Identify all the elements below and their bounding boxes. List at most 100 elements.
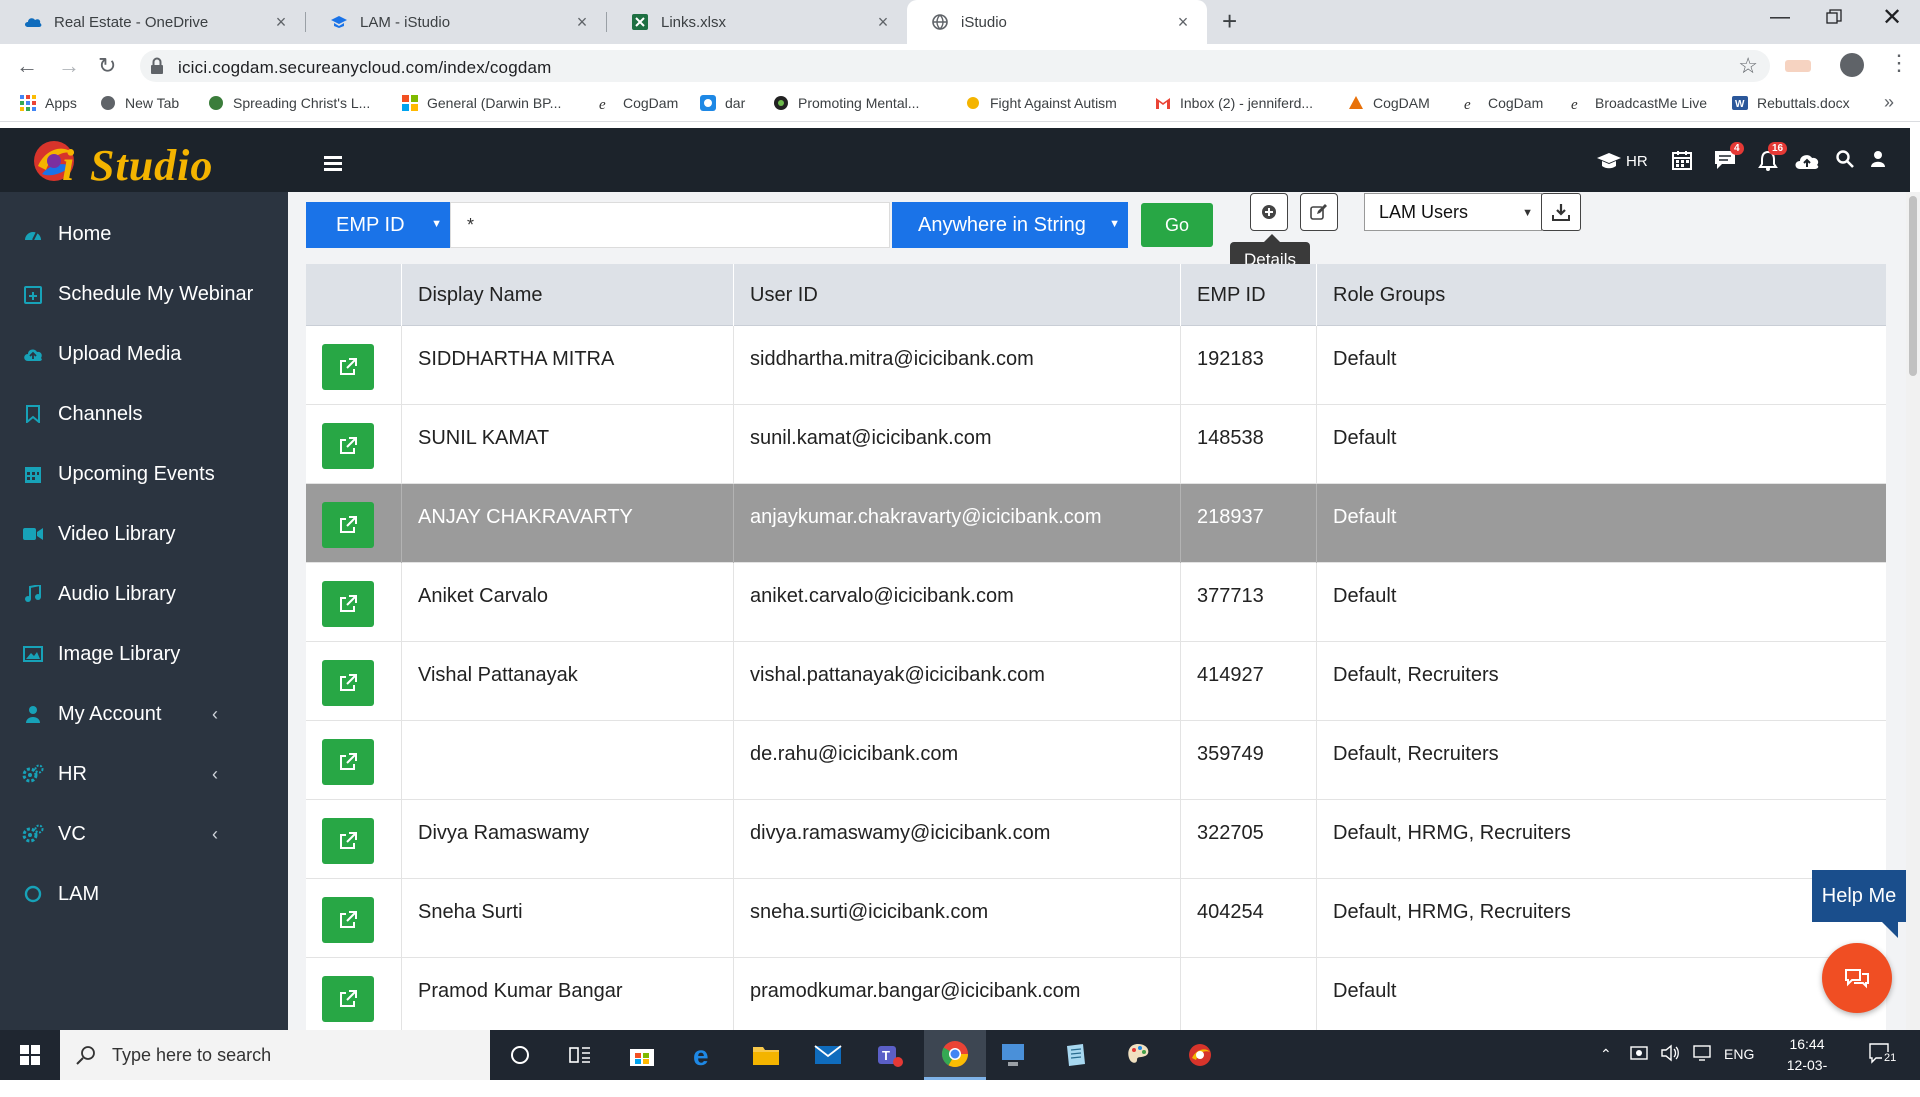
forward-arrow-icon[interactable]: → [58, 53, 80, 79]
extension-icon[interactable] [1785, 60, 1811, 72]
mail-icon[interactable] [812, 1039, 844, 1071]
chrome-icon[interactable] [924, 1030, 986, 1080]
sidebar-item-vc[interactable]: VC ‹ [0, 804, 288, 864]
open-user-button[interactable] [322, 976, 374, 1022]
bookmark-spreading[interactable]: Spreading Christ's L... [208, 95, 370, 111]
bookmarks-overflow-icon[interactable]: » [1884, 92, 1894, 113]
close-icon[interactable]: × [873, 12, 893, 33]
language-indicator[interactable]: ENG [1724, 1046, 1754, 1062]
calendar-icon[interactable] [1672, 150, 1692, 175]
sidebar-item-image-library[interactable]: Image Library [0, 624, 288, 684]
table-row[interactable]: Divya Ramaswamy divya.ramaswamy@icicibank… [306, 800, 1886, 879]
table-row[interactable]: Sneha Surti sneha.surti@icicibank.com 4042… [306, 879, 1886, 958]
notepad-icon[interactable] [1060, 1039, 1092, 1071]
column-header-user-id[interactable]: User ID [734, 264, 1181, 326]
bookmark-apps[interactable]: Apps [20, 95, 77, 111]
close-icon[interactable]: × [271, 12, 291, 33]
column-header-role-groups[interactable]: Role Groups [1317, 264, 1886, 326]
search-input[interactable] [450, 202, 890, 248]
table-row[interactable]: SUNIL KAMAT sunil.kamat@icicibank.com 1485… [306, 405, 1886, 484]
details-button[interactable] [1250, 193, 1288, 231]
file-explorer-icon[interactable] [750, 1039, 782, 1071]
table-row[interactable]: ANJAY CHAKRAVARTY anjaykumar.chakravarty@… [306, 484, 1886, 563]
sidebar-item-channels[interactable]: Channels [0, 384, 288, 444]
taskbar-search-box[interactable]: Type here to search [60, 1030, 490, 1080]
tab-istudio[interactable]: iStudio × [907, 0, 1207, 44]
bookmark-promoting[interactable]: Promoting Mental... [773, 95, 919, 111]
paint-icon[interactable] [1122, 1039, 1154, 1071]
minimize-icon[interactable]: — [1770, 6, 1790, 29]
sidebar-item-lam[interactable]: LAM [0, 864, 288, 924]
istudio-app-icon[interactable] [1184, 1039, 1216, 1071]
cortana-icon[interactable] [504, 1039, 536, 1071]
sidebar-item-schedule-webinar[interactable]: Schedule My Webinar [0, 264, 288, 324]
address-bar[interactable]: icici.cogdam.secureanycloud.com/index/co… [140, 50, 1770, 82]
open-user-button[interactable] [322, 818, 374, 864]
tab-lam-istudio[interactable]: LAM - iStudio × [306, 0, 606, 44]
bookmark-general[interactable]: General (Darwin BP... [402, 95, 561, 111]
scrollbar-thumb[interactable] [1909, 196, 1917, 376]
column-header-display-name[interactable]: Display Name [402, 264, 734, 326]
tray-app-icon[interactable] [1630, 1044, 1648, 1065]
search-field-select[interactable]: EMP ID ▼ [306, 202, 450, 248]
new-tab-icon[interactable]: + [1222, 6, 1237, 37]
go-button[interactable]: Go [1141, 203, 1213, 247]
table-row[interactable]: Aniket Carvalo aniket.carvalo@icicibank.c… [306, 563, 1886, 642]
clock[interactable]: 16:44 12-03-2020 [1772, 1034, 1842, 1097]
teams-icon[interactable]: T [874, 1039, 906, 1071]
bookmark-fight-autism[interactable]: Fight Against Autism [965, 95, 1117, 111]
table-row[interactable]: de.rahu@icicibank.com 359749 Default, Recr… [306, 721, 1886, 800]
open-user-button[interactable] [322, 660, 374, 706]
bookmark-dar[interactable]: dar [700, 95, 745, 111]
back-arrow-icon[interactable]: ← [16, 53, 38, 79]
close-icon[interactable]: × [1173, 12, 1193, 33]
tab-links-xlsx[interactable]: Links.xlsx × [607, 0, 907, 44]
match-mode-select[interactable]: Anywhere in String ▼ [892, 202, 1128, 248]
profile-avatar-icon[interactable] [1840, 53, 1864, 77]
sidebar-item-hr[interactable]: HR ‹ [0, 744, 288, 804]
sidebar-item-video-library[interactable]: Video Library [0, 504, 288, 564]
sidebar-item-my-account[interactable]: My Account ‹ [0, 684, 288, 744]
network-icon[interactable] [1692, 1044, 1712, 1065]
volume-icon[interactable] [1660, 1044, 1680, 1065]
page-scrollbar[interactable] [1906, 192, 1920, 1030]
tab-real-estate[interactable]: Real Estate - OneDrive × [0, 0, 305, 44]
sidebar-item-upcoming-events[interactable]: Upcoming Events [0, 444, 288, 504]
sidebar-item-upload-media[interactable]: Upload Media [0, 324, 288, 384]
open-user-button[interactable] [322, 502, 374, 548]
bookmark-rebuttals[interactable]: W Rebuttals.docx [1732, 95, 1850, 111]
column-header-emp-id[interactable]: EMP ID [1181, 264, 1317, 326]
bookmark-inbox[interactable]: Inbox (2) - jenniferd... [1155, 95, 1313, 111]
bookmark-new-tab[interactable]: New Tab [100, 95, 179, 111]
task-view-icon[interactable] [564, 1039, 596, 1071]
microsoft-store-icon[interactable] [626, 1039, 658, 1071]
remote-desktop-icon[interactable] [998, 1039, 1030, 1071]
open-user-button[interactable] [322, 897, 374, 943]
download-button[interactable] [1541, 193, 1581, 231]
window-close-icon[interactable]: ✕ [1882, 3, 1902, 32]
user-group-select[interactable]: LAM Users ▼ [1364, 193, 1542, 231]
tray-overflow-icon[interactable]: ⌃ [1600, 1046, 1612, 1063]
hamburger-menu-icon[interactable] [324, 156, 342, 174]
restore-icon[interactable] [1826, 8, 1842, 31]
bookmark-cogdam-2[interactable]: CogDAM [1348, 95, 1430, 111]
edit-button[interactable] [1300, 193, 1338, 231]
bookmark-cogdam-1[interactable]: e CogDam [598, 95, 678, 113]
sidebar-item-audio-library[interactable]: Audio Library [0, 564, 288, 624]
cloud-upload-icon[interactable] [1794, 152, 1820, 175]
table-row[interactable]: SIDDHARTHA MITRA siddhartha.mitra@iciciba… [306, 326, 1886, 405]
table-row[interactable]: Pramod Kumar Bangar pramodkumar.bangar@ic… [306, 958, 1886, 1037]
browser-menu-icon[interactable]: ⋮ [1888, 50, 1910, 76]
table-row[interactable]: Vishal Pattanayak vishal.pattanayak@icici… [306, 642, 1886, 721]
help-me-label[interactable]: Help Me [1812, 870, 1906, 922]
bookmark-star-icon[interactable]: ☆ [1738, 53, 1758, 79]
bookmark-cogdam-3[interactable]: e CogDam [1463, 95, 1543, 113]
bookmark-broadcastme[interactable]: e BroadcastMe Live [1570, 95, 1707, 113]
open-user-button[interactable] [322, 739, 374, 785]
search-icon[interactable] [1836, 150, 1854, 173]
user-profile-icon[interactable] [1870, 150, 1886, 173]
hr-menu[interactable]: HR [1596, 152, 1648, 170]
chat-button[interactable] [1822, 943, 1892, 1013]
open-user-button[interactable] [322, 344, 374, 390]
action-center-icon[interactable]: 21 [1868, 1042, 1899, 1064]
